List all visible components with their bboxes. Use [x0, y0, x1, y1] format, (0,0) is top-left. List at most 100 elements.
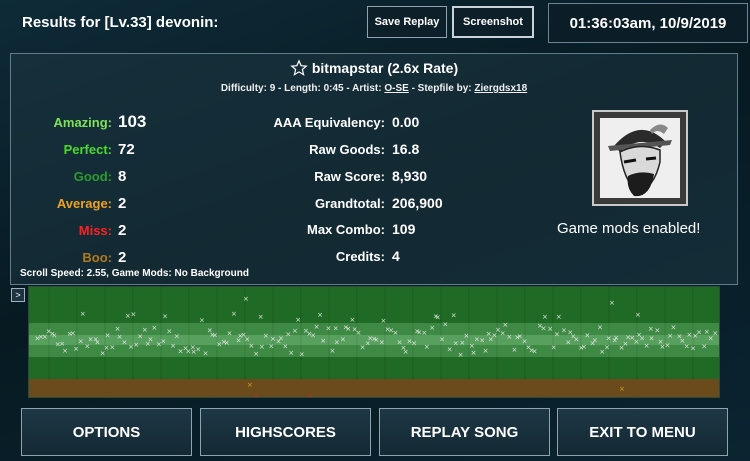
- hit-marker: ×: [613, 334, 619, 342]
- hit-marker: ×: [355, 329, 361, 337]
- hit-marker: ×: [532, 347, 538, 355]
- favorite-star-icon[interactable]: [290, 59, 308, 77]
- hit-marker: ×: [151, 324, 157, 332]
- artist-link[interactable]: O-SE: [384, 83, 408, 94]
- hit-marker: ×: [199, 316, 205, 324]
- hit-marker: ×: [411, 340, 417, 348]
- hit-marker: ×: [379, 338, 385, 346]
- exit-to-menu-button[interactable]: EXIT TO MENU: [557, 408, 728, 456]
- hit-marker: ×: [307, 393, 313, 397]
- expand-graph-button[interactable]: >: [11, 288, 25, 302]
- stat-label: Raw Score:: [314, 169, 385, 184]
- judgement-row: Perfect: 72: [0, 139, 200, 159]
- hit-marker: ×: [295, 316, 301, 324]
- save-replay-button[interactable]: Save Replay: [367, 6, 447, 38]
- hit-marker: ×: [635, 311, 641, 319]
- hit-marker: ×: [648, 325, 654, 333]
- player-avatar: [592, 110, 688, 206]
- accuracy-graph: × × × × × × × × × × × × × × × × × × × × × × × × × × × × × × × × × × × × × × × ×…: [28, 286, 720, 401]
- hit-marker: ×: [435, 314, 441, 322]
- hit-marker: ×: [195, 345, 201, 353]
- hit-marker: ×: [439, 336, 445, 344]
- hit-marker: ×: [243, 295, 249, 303]
- hit-marker: ×: [654, 326, 660, 334]
- hit-marker: ×: [320, 337, 326, 345]
- hit-marker: ×: [51, 331, 57, 339]
- hit-marker: ×: [712, 329, 718, 337]
- accuracy-graph-canvas: ×××××××××××××××× ××××××××××××××××××××××××…: [29, 287, 719, 401]
- judgement-row: Average: 2: [0, 193, 200, 213]
- results-title: Results for [Lv.33] devonin:: [22, 14, 219, 31]
- stat-label: AAA Equivalency:: [273, 115, 386, 130]
- hit-marker: ×: [268, 343, 274, 351]
- hit-marker: ×: [122, 339, 128, 347]
- hit-marker: ×: [142, 326, 148, 334]
- screenshot-button[interactable]: Screenshot: [452, 6, 534, 38]
- hit-marker: ×: [333, 325, 339, 333]
- hit-marker: ×: [109, 343, 115, 351]
- hit-marker: ×: [253, 393, 259, 397]
- hit-marker: ×: [73, 345, 79, 353]
- hit-marker: ×: [174, 333, 180, 341]
- judgement-value: 103: [118, 112, 147, 131]
- stat-value: 206,900: [392, 195, 443, 211]
- hit-marker: ×: [547, 325, 553, 333]
- replay-song-button[interactable]: REPLAY SONG: [379, 408, 550, 456]
- judgement-value: 72: [118, 141, 135, 158]
- stat-label: Credits:: [335, 249, 385, 264]
- hit-marker: ×: [573, 335, 579, 343]
- scroll-speed-info: Scroll Speed: 2.55, Game Mods: No Backgr…: [20, 268, 249, 279]
- hit-marker: ×: [329, 347, 335, 355]
- hit-marker: ×: [606, 334, 612, 342]
- hit-marker: ×: [471, 349, 477, 357]
- options-button[interactable]: OPTIONS: [21, 408, 192, 456]
- hit-marker: ×: [285, 330, 291, 338]
- stat-label: Grandtotal:: [314, 196, 385, 211]
- hit-marker: ×: [609, 299, 615, 307]
- hit-marker: ×: [453, 340, 459, 348]
- stat-label: Max Combo:: [307, 222, 385, 237]
- stat-value: 8,930: [392, 168, 428, 184]
- judgement-value: 2: [118, 249, 127, 266]
- hit-marker: ×: [667, 332, 673, 340]
- hit-marker: ×: [133, 341, 139, 349]
- hit-marker: ×: [345, 325, 351, 333]
- hit-marker: ×: [224, 339, 230, 347]
- hit-marker: ×: [447, 346, 453, 354]
- stat-value: 0.00: [392, 114, 420, 130]
- hit-marker: ×: [421, 329, 427, 337]
- hit-marker: ×: [95, 339, 101, 347]
- judgement-row: Good: 8: [0, 166, 200, 186]
- hit-marker: ×: [424, 343, 430, 351]
- hit-marker: ×: [393, 329, 399, 337]
- hit-marker: ×: [80, 310, 86, 318]
- hit-marker: ×: [130, 311, 136, 319]
- hit-marker: ×: [483, 347, 489, 355]
- hit-marker: ×: [506, 333, 512, 341]
- hit-marker: ×: [701, 342, 707, 350]
- hit-marker: ×: [258, 313, 264, 321]
- hit-marker: ×: [263, 332, 269, 340]
- hit-marker: ×: [670, 324, 676, 332]
- hit-marker: ×: [584, 331, 590, 339]
- hit-marker: ×: [231, 310, 237, 318]
- hit-marker: ×: [542, 313, 548, 321]
- avatar-drawing: [594, 112, 686, 204]
- stepfile-author-link[interactable]: Ziergdsx18: [474, 83, 527, 94]
- hit-marker: ×: [166, 328, 172, 336]
- datetime-text: 01:36:03am, 10/9/2019: [569, 14, 727, 32]
- hit-marker: ×: [604, 343, 610, 351]
- hit-marker: ×: [429, 324, 435, 332]
- hit-marker: ×: [690, 345, 696, 353]
- hit-marker: ×: [597, 324, 603, 332]
- highscores-button[interactable]: HIGHSCORES: [200, 408, 371, 456]
- judgement-label: Amazing:: [53, 115, 113, 130]
- hit-marker: ×: [500, 330, 506, 338]
- judgement-row: Miss: 2: [0, 220, 200, 240]
- hit-marker: ×: [649, 334, 655, 342]
- judgement-label: Perfect:: [63, 142, 112, 157]
- hit-marker: ×: [84, 342, 90, 350]
- hit-marker: ×: [644, 342, 650, 350]
- hit-marker: ×: [479, 336, 485, 344]
- hit-marker: ×: [259, 343, 265, 351]
